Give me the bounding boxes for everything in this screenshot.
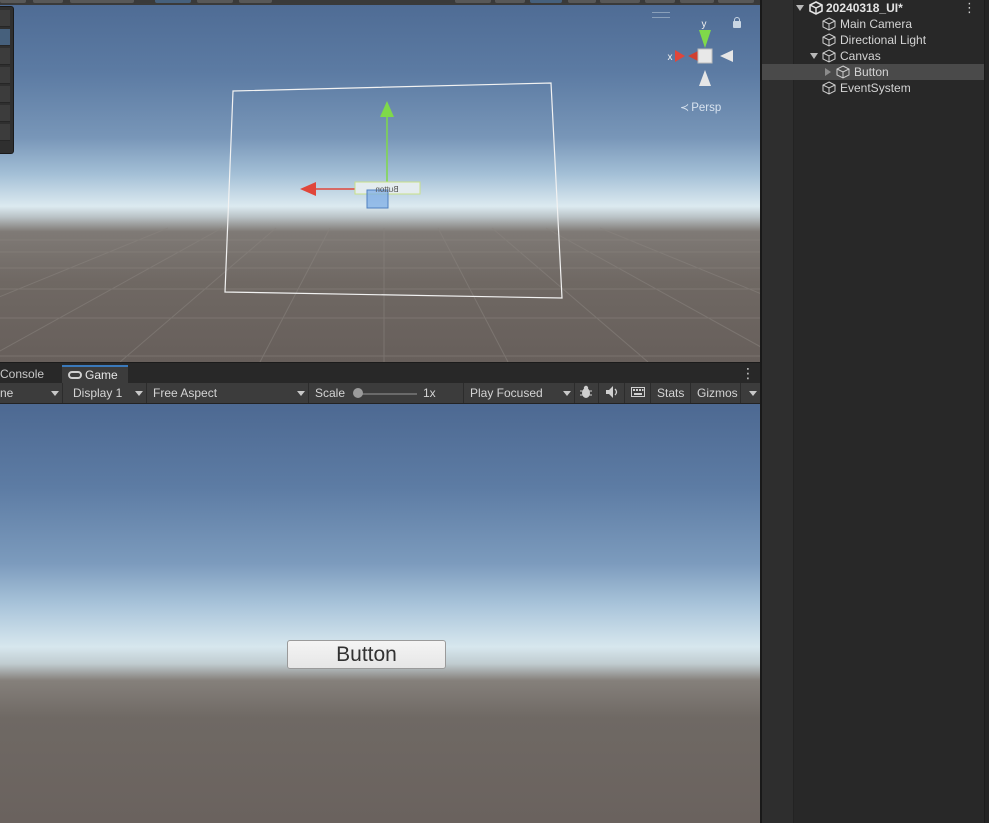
svg-text:y: y: [702, 19, 707, 30]
scale-tool-button[interactable]: [0, 67, 10, 84]
chevron-down-icon: [749, 391, 757, 396]
play-mode-dropdown[interactable]: Play Focused: [464, 383, 575, 403]
chevron-down-icon: [51, 391, 59, 396]
aspect-dropdown[interactable]: Free Aspect: [147, 383, 309, 403]
frame-debugger-button[interactable]: [575, 383, 599, 403]
display-dropdown[interactable]: Display 1: [67, 383, 147, 403]
scale-slider-knob[interactable]: [353, 388, 363, 398]
gizmos-dropdown[interactable]: [741, 383, 760, 403]
game-view[interactable]: Button: [0, 404, 760, 823]
gameobject-cube-icon: [822, 17, 836, 31]
custom-tool-button[interactable]: [0, 124, 10, 141]
gameobject-cube-icon: [822, 49, 836, 63]
scene-grid: Button y x: [0, 19, 760, 362]
svg-text:x: x: [668, 52, 673, 63]
bug-icon: [580, 385, 592, 398]
kebab-menu-icon[interactable]: ⋮: [963, 0, 976, 16]
speaker-icon: [606, 386, 618, 398]
lock-icon[interactable]: [733, 17, 741, 28]
chevron-down-icon: [135, 391, 143, 396]
chevron-down-icon: [297, 391, 305, 396]
kebab-menu-icon[interactable]: ⋮: [741, 366, 755, 380]
y-axis-handle: [380, 101, 394, 117]
hierarchy-panel: 20240318_UI* ⋮ Main Camera Directional L…: [762, 0, 989, 823]
scene-view[interactable]: Button y x ≺ Persp: [0, 0, 760, 362]
scale-slider[interactable]: Scale 1x: [309, 383, 464, 403]
rotate-tool-button[interactable]: [0, 48, 10, 65]
x-axis-handle: [300, 182, 316, 196]
keyboard-icon: [631, 387, 645, 397]
hierarchy-item-eventsystem[interactable]: EventSystem: [762, 80, 984, 96]
view-tool-button[interactable]: [0, 10, 10, 27]
chevron-down-icon: [563, 391, 571, 396]
mute-audio-button[interactable]: [599, 383, 625, 403]
game-tab-bar: Console Game ⋮: [0, 362, 760, 384]
game-camera-dropdown[interactable]: ne: [0, 383, 63, 403]
unity-scene-icon: [809, 1, 823, 15]
scene-tools-overlay[interactable]: [0, 6, 14, 154]
expand-arrow-icon[interactable]: [796, 5, 804, 11]
move-tool-button[interactable]: [0, 29, 10, 46]
hierarchy-item-button[interactable]: Button: [762, 64, 984, 80]
ui-button[interactable]: Button: [287, 640, 446, 669]
hierarchy-item-directional-light[interactable]: Directional Light: [762, 32, 984, 48]
hierarchy-scene-root[interactable]: 20240318_UI* ⋮: [762, 0, 984, 16]
hierarchy-item-main-camera[interactable]: Main Camera: [762, 16, 984, 32]
orientation-gizmo: y x: [668, 19, 733, 86]
game-toolbar: ne Display 1 Free Aspect Scale 1x Play F…: [0, 383, 760, 404]
transform-tool-button[interactable]: [0, 105, 10, 122]
collapse-arrow-icon[interactable]: [825, 68, 831, 76]
scene-overlay-menu-handle[interactable]: [652, 12, 670, 18]
stats-button[interactable]: Stats: [651, 383, 691, 403]
keyboard-shortcuts-button[interactable]: [625, 383, 651, 403]
svg-text:Button: Button: [375, 185, 398, 194]
projection-toggle[interactable]: ≺ Persp: [680, 101, 721, 114]
gamepad-icon: [68, 371, 82, 379]
gameobject-cube-icon: [836, 65, 850, 79]
expand-arrow-icon[interactable]: [810, 53, 818, 59]
persp-arrow-icon: ≺: [680, 102, 690, 114]
tab-game[interactable]: Game: [62, 365, 128, 384]
gameobject-cube-icon: [822, 33, 836, 47]
gameobject-cube-icon: [822, 81, 836, 95]
scrollbar[interactable]: [984, 0, 989, 823]
tab-console[interactable]: Console: [0, 365, 60, 384]
gizmos-button[interactable]: Gizmos: [691, 383, 741, 403]
scale-slider-track[interactable]: [355, 393, 417, 395]
rect-tool-button[interactable]: [0, 86, 10, 103]
hierarchy-item-canvas[interactable]: Canvas: [762, 48, 984, 64]
